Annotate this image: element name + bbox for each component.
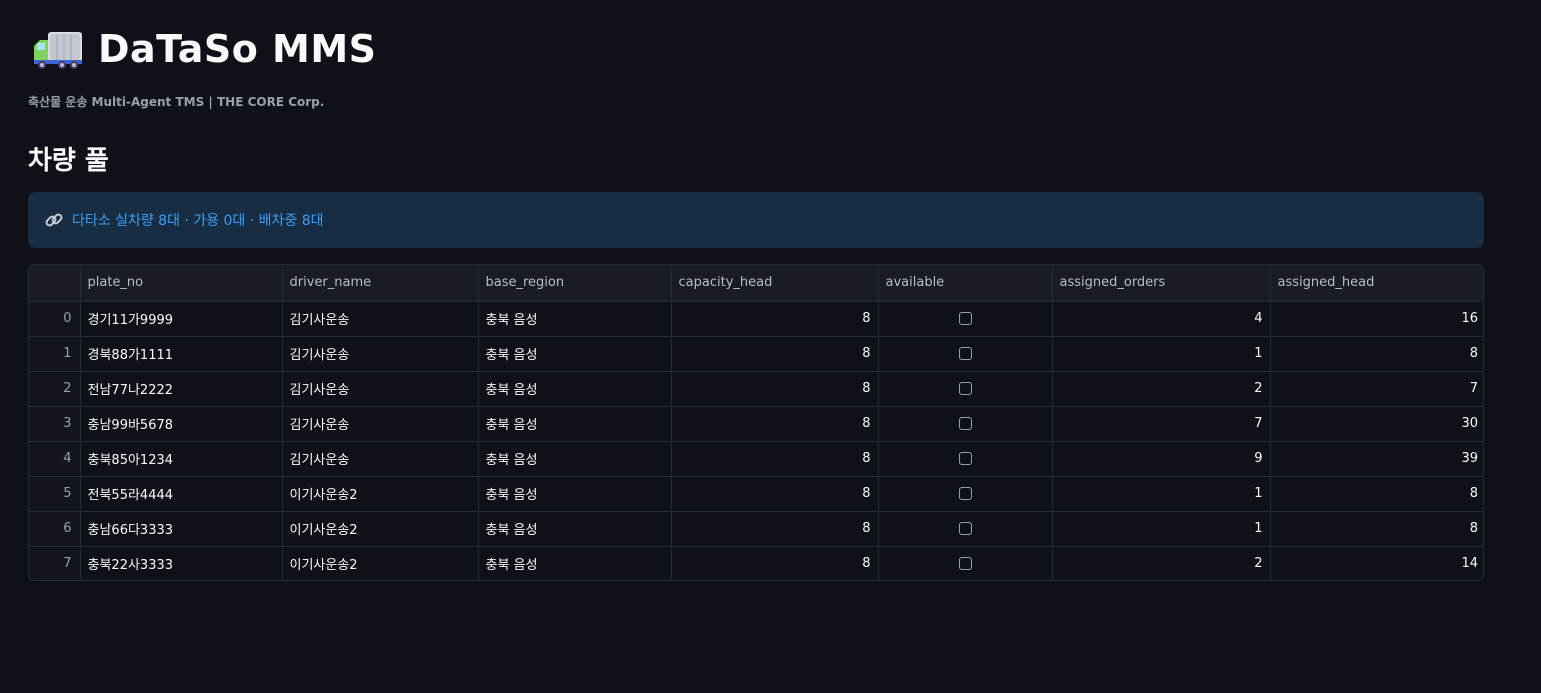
table-row[interactable]: 3 충남99바5678 김기사운송 충북 음성 8 7 30 [29, 406, 1483, 442]
available-checkbox[interactable] [958, 382, 972, 395]
app-title: DaTaSo MMS [98, 27, 377, 71]
cell-assigned-head[interactable]: 39 [1270, 441, 1483, 477]
app-subtitle: 축산물 운송 Multi-Agent TMS | THE CORE Corp. [28, 95, 325, 109]
row-index: 3 [29, 406, 81, 442]
cell-assigned-head[interactable]: 16 [1270, 301, 1483, 337]
cell-available[interactable] [878, 371, 1053, 407]
cell-available[interactable] [878, 476, 1053, 512]
cell-base-region[interactable]: 충북 음성 [478, 476, 672, 512]
cell-capacity-head[interactable]: 8 [671, 441, 879, 477]
cell-assigned-orders[interactable]: 9 [1052, 441, 1271, 477]
cell-plate-no[interactable]: 충남66다3333 [80, 511, 283, 547]
vehicle-table[interactable]: plate_no driver_name base_region capacit… [28, 264, 1484, 581]
truck-icon [34, 32, 82, 69]
cell-capacity-head[interactable]: 8 [671, 301, 879, 337]
cell-available[interactable] [878, 546, 1053, 580]
cell-base-region[interactable]: 충북 음성 [478, 371, 672, 407]
available-checkbox[interactable] [958, 312, 972, 325]
column-header-plate-no[interactable]: plate_no [80, 265, 283, 302]
cell-base-region[interactable]: 충북 음성 [478, 511, 672, 547]
cell-driver-name[interactable]: 김기사운송 [282, 441, 479, 477]
available-checkbox[interactable] [958, 417, 972, 430]
cell-base-region[interactable]: 충북 음성 [478, 301, 672, 337]
cell-driver-name[interactable]: 김기사운송 [282, 406, 479, 442]
cell-capacity-head[interactable]: 8 [671, 511, 879, 547]
cell-assigned-head[interactable]: 14 [1270, 546, 1483, 580]
available-checkbox[interactable] [958, 452, 972, 465]
cell-driver-name[interactable]: 이기사운송2 [282, 511, 479, 547]
row-index: 4 [29, 441, 81, 477]
cell-driver-name[interactable]: 김기사운송 [282, 336, 479, 372]
table-row[interactable]: 0 경기11가9999 김기사운송 충북 음성 8 4 16 [29, 301, 1483, 337]
row-index: 1 [29, 336, 81, 372]
row-index: 0 [29, 301, 81, 337]
cell-plate-no[interactable]: 충북85아1234 [80, 441, 283, 477]
cell-assigned-orders[interactable]: 4 [1052, 301, 1271, 337]
cell-capacity-head[interactable]: 8 [671, 371, 879, 407]
cell-available[interactable] [878, 406, 1053, 442]
available-checkbox[interactable] [958, 522, 972, 535]
cell-assigned-head[interactable]: 8 [1270, 511, 1483, 547]
cell-capacity-head[interactable]: 8 [671, 476, 879, 512]
cell-assigned-orders[interactable]: 1 [1052, 476, 1271, 512]
cell-base-region[interactable]: 충북 음성 [478, 441, 672, 477]
cell-assigned-head[interactable]: 30 [1270, 406, 1483, 442]
column-header-assigned-head[interactable]: assigned_head [1270, 265, 1483, 302]
cell-plate-no[interactable]: 전북55라4444 [80, 476, 283, 512]
cell-capacity-head[interactable]: 8 [671, 336, 879, 372]
row-index: 2 [29, 371, 81, 407]
table-row[interactable]: 7 충북22사3333 이기사운송2 충북 음성 8 2 14 [29, 546, 1483, 580]
table-body: 0 경기11가9999 김기사운송 충북 음성 8 4 16 1 경북88가11… [29, 301, 1483, 580]
info-banner-text: 다타소 실차량 8대 · 가용 0대 · 배차중 8대 [72, 213, 324, 229]
cell-assigned-head[interactable]: 8 [1270, 336, 1483, 372]
row-index: 7 [29, 546, 81, 580]
cell-assigned-orders[interactable]: 2 [1052, 546, 1271, 580]
row-index: 5 [29, 476, 81, 512]
index-column-header [29, 265, 81, 302]
cell-available[interactable] [878, 511, 1053, 547]
cell-assigned-head[interactable]: 8 [1270, 476, 1483, 512]
cell-driver-name[interactable]: 이기사운송2 [282, 476, 479, 512]
table-row[interactable]: 4 충북85아1234 김기사운송 충북 음성 8 9 39 [29, 441, 1483, 477]
section-title: 차량 풀 [28, 146, 109, 176]
column-header-driver-name[interactable]: driver_name [282, 265, 479, 302]
cell-plate-no[interactable]: 충남99바5678 [80, 406, 283, 442]
row-index: 6 [29, 511, 81, 547]
cell-capacity-head[interactable]: 8 [671, 546, 879, 580]
cell-assigned-head[interactable]: 7 [1270, 371, 1483, 407]
column-header-base-region[interactable]: base_region [478, 265, 672, 302]
cell-available[interactable] [878, 301, 1053, 337]
info-banner: 다타소 실차량 8대 · 가용 0대 · 배차중 8대 [28, 192, 1484, 248]
cell-base-region[interactable]: 충북 음성 [478, 336, 672, 372]
cell-base-region[interactable]: 충북 음성 [478, 406, 672, 442]
available-checkbox[interactable] [958, 557, 972, 571]
table-row[interactable]: 2 전남77나2222 김기사운송 충북 음성 8 2 7 [29, 371, 1483, 407]
cell-plate-no[interactable]: 경기11가9999 [80, 301, 283, 337]
cell-driver-name[interactable]: 김기사운송 [282, 371, 479, 407]
column-header-available[interactable]: available [878, 265, 1053, 302]
cell-assigned-orders[interactable]: 7 [1052, 406, 1271, 442]
cell-plate-no[interactable]: 충북22사3333 [80, 546, 283, 580]
table-header-row: plate_no driver_name base_region capacit… [29, 265, 1483, 302]
link-icon [45, 213, 63, 227]
cell-available[interactable] [878, 336, 1053, 372]
app-header: DaTaSo MMS [32, 26, 377, 72]
available-checkbox[interactable] [958, 487, 972, 500]
cell-plate-no[interactable]: 전남77나2222 [80, 371, 283, 407]
cell-assigned-orders[interactable]: 1 [1052, 511, 1271, 547]
table-row[interactable]: 6 충남66다3333 이기사운송2 충북 음성 8 1 8 [29, 511, 1483, 547]
cell-driver-name[interactable]: 이기사운송2 [282, 546, 479, 580]
cell-base-region[interactable]: 충북 음성 [478, 546, 672, 580]
cell-capacity-head[interactable]: 8 [671, 406, 879, 442]
cell-assigned-orders[interactable]: 2 [1052, 371, 1271, 407]
column-header-capacity-head[interactable]: capacity_head [671, 265, 879, 302]
cell-available[interactable] [878, 441, 1053, 477]
table-row[interactable]: 1 경북88가1111 김기사운송 충북 음성 8 1 8 [29, 336, 1483, 372]
table-row[interactable]: 5 전북55라4444 이기사운송2 충북 음성 8 1 8 [29, 476, 1483, 512]
column-header-assigned-orders[interactable]: assigned_orders [1052, 265, 1271, 302]
cell-assigned-orders[interactable]: 1 [1052, 336, 1271, 372]
cell-driver-name[interactable]: 김기사운송 [282, 301, 479, 337]
available-checkbox[interactable] [958, 347, 972, 360]
cell-plate-no[interactable]: 경북88가1111 [80, 336, 283, 372]
